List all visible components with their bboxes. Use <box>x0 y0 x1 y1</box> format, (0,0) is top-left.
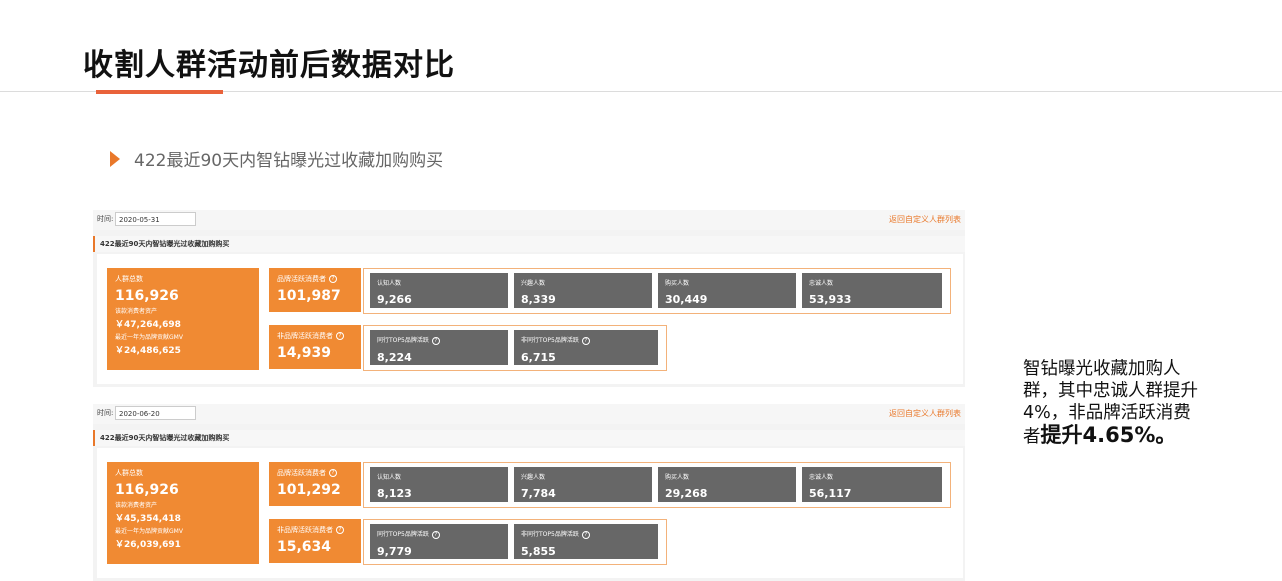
slide-title: 收割人群活动前后数据对比 <box>83 48 455 83</box>
stage-box-loyal[interactable]: 忠诚人数 53,933 <box>802 273 942 308</box>
population-label: 人群总数 <box>115 275 143 283</box>
panel-toolbar: 时间: 2020-05-31 返回自定义人群列表 <box>93 210 965 230</box>
help-icon[interactable]: ? <box>329 469 337 477</box>
help-icon[interactable]: ? <box>431 336 440 345</box>
date-input[interactable]: 2020-05-31 <box>115 212 196 226</box>
stage-group: 认知人数 9,266 兴趣人数 8,339 购买人数 30,449 忠诚人数 5… <box>363 268 951 314</box>
help-icon[interactable]: ? <box>329 275 337 283</box>
top5-value: 6,715 <box>521 350 556 364</box>
stage-label: 认知人数 <box>377 280 402 287</box>
stage-value: 30,449 <box>665 293 708 306</box>
gmv-label: 最近一年为品牌贡献GMV <box>115 528 183 535</box>
gmv-label: 最近一年为品牌贡献GMV <box>115 334 183 341</box>
population-label: 人群总数 <box>115 469 143 477</box>
dashboard-panel-1: 时间: 2020-05-31 返回自定义人群列表 422最近90天内智钻曝光过收… <box>93 210 965 387</box>
stage-group: 认知人数 8,123 兴趣人数 7,784 购买人数 29,268 忠诚人数 5… <box>363 462 951 508</box>
top5-label: 同行TOP5品牌活跃 <box>377 337 429 344</box>
asset-value: ￥45,354,418 <box>115 514 181 524</box>
stage-label: 忠诚人数 <box>809 280 834 287</box>
nonbrand-active-card[interactable]: 非品牌活跃消费者? 14,939 <box>269 325 361 369</box>
title-accent-bar <box>96 90 223 94</box>
dashboard-panel-2: 时间: 2020-06-20 返回自定义人群列表 422最近90天内智钻曝光过收… <box>93 404 965 581</box>
panel-subheader: 422最近90天内智钻曝光过收藏加购购买 <box>93 236 965 252</box>
section-heading: 422最近90天内智钻曝光过收藏加购购买 <box>110 146 443 171</box>
asset-value: ￥47,264,698 <box>115 320 181 330</box>
section-title: 422最近90天内智钻曝光过收藏加购购买 <box>134 151 444 171</box>
time-label: 时间: <box>97 215 114 223</box>
panel-body: 人群总数 116,926 该款消费者资产 ￥47,264,698 最近一年为品牌… <box>97 254 963 384</box>
top5-group: 同行TOP5品牌活跃? 9,779 非同行TOP5品牌活跃? 5,855 <box>363 519 667 565</box>
brand-active-value: 101,292 <box>277 482 341 498</box>
help-icon[interactable]: ? <box>581 336 590 345</box>
population-value: 116,926 <box>115 482 179 498</box>
stage-box-purchase[interactable]: 购买人数 30,449 <box>658 273 796 308</box>
stage-value: 7,784 <box>521 487 556 500</box>
stage-value: 29,268 <box>665 487 708 500</box>
brand-active-card[interactable]: 品牌活跃消费者? 101,987 <box>269 268 361 312</box>
time-label: 时间: <box>97 409 114 417</box>
stage-label: 兴趣人数 <box>521 474 546 481</box>
help-icon[interactable]: ? <box>431 530 440 539</box>
stage-label: 认知人数 <box>377 474 402 481</box>
panel-body: 人群总数 116,926 该款消费者资产 ￥45,354,418 最近一年为品牌… <box>97 448 963 578</box>
note-emphasis: 提升4.65%。 <box>1040 423 1177 447</box>
stage-label: 忠诚人数 <box>809 474 834 481</box>
panel-subheader: 422最近90天内智钻曝光过收藏加购购买 <box>93 430 965 446</box>
top5-box-nonpeer[interactable]: 非同行TOP5品牌活跃? 6,715 <box>514 330 658 365</box>
stage-label: 购买人数 <box>665 474 690 481</box>
brand-active-label: 品牌活跃消费者 <box>277 275 326 283</box>
stage-value: 9,266 <box>377 293 412 306</box>
top5-value: 5,855 <box>521 544 556 558</box>
top5-label: 非同行TOP5品牌活跃 <box>521 531 579 538</box>
back-to-list-link[interactable]: 返回自定义人群列表 <box>889 408 961 419</box>
stage-value: 53,933 <box>809 293 852 306</box>
nonbrand-active-card[interactable]: 非品牌活跃消费者? 15,634 <box>269 519 361 563</box>
brand-active-label: 品牌活跃消费者 <box>277 469 326 477</box>
asset-label: 该款消费者资产 <box>115 502 158 509</box>
nonbrand-active-value: 15,634 <box>277 539 332 555</box>
brand-active-card[interactable]: 品牌活跃消费者? 101,292 <box>269 462 361 506</box>
triangle-bullet-icon <box>110 150 120 167</box>
stage-box-interest[interactable]: 兴趣人数 8,339 <box>514 273 652 308</box>
stage-box-interest[interactable]: 兴趣人数 7,784 <box>514 467 652 502</box>
stage-box-awareness[interactable]: 认知人数 9,266 <box>370 273 508 308</box>
nonbrand-active-value: 14,939 <box>277 345 332 361</box>
stage-value: 8,339 <box>521 293 556 306</box>
stage-box-awareness[interactable]: 认知人数 8,123 <box>370 467 508 502</box>
panel-toolbar: 时间: 2020-06-20 返回自定义人群列表 <box>93 404 965 424</box>
help-icon[interactable]: ? <box>581 530 590 539</box>
population-card: 人群总数 116,926 该款消费者资产 ￥47,264,698 最近一年为品牌… <box>107 268 259 370</box>
gmv-value: ￥24,486,625 <box>115 346 181 356</box>
help-icon[interactable]: ? <box>336 526 344 534</box>
stage-value: 56,117 <box>809 487 852 500</box>
top5-label: 同行TOP5品牌活跃 <box>377 531 429 538</box>
conclusion-note: 智钻曝光收藏加购人群，其中忠诚人群提升4%，非品牌活跃消费者提升4.65%。 <box>1023 358 1207 448</box>
top5-value: 9,779 <box>377 544 412 558</box>
population-card: 人群总数 116,926 该款消费者资产 ￥45,354,418 最近一年为品牌… <box>107 462 259 564</box>
stage-label: 购买人数 <box>665 280 690 287</box>
stage-label: 兴趣人数 <box>521 280 546 287</box>
nonbrand-active-label: 非品牌活跃消费者 <box>277 332 333 340</box>
population-value: 116,926 <box>115 288 179 304</box>
asset-label: 该款消费者资产 <box>115 308 158 315</box>
help-icon[interactable]: ? <box>336 332 344 340</box>
nonbrand-active-label: 非品牌活跃消费者 <box>277 526 333 534</box>
stage-value: 8,123 <box>377 487 412 500</box>
top5-value: 8,224 <box>377 350 412 364</box>
top5-box-peer[interactable]: 同行TOP5品牌活跃? 9,779 <box>370 524 508 559</box>
stage-box-loyal[interactable]: 忠诚人数 56,117 <box>802 467 942 502</box>
top5-label: 非同行TOP5品牌活跃 <box>521 337 579 344</box>
top5-box-nonpeer[interactable]: 非同行TOP5品牌活跃? 5,855 <box>514 524 658 559</box>
top5-group: 同行TOP5品牌活跃? 8,224 非同行TOP5品牌活跃? 6,715 <box>363 325 667 371</box>
stage-box-purchase[interactable]: 购买人数 29,268 <box>658 467 796 502</box>
gmv-value: ￥26,039,691 <box>115 540 181 550</box>
date-input[interactable]: 2020-06-20 <box>115 406 196 420</box>
brand-active-value: 101,987 <box>277 288 341 304</box>
back-to-list-link[interactable]: 返回自定义人群列表 <box>889 214 961 225</box>
top5-box-peer[interactable]: 同行TOP5品牌活跃? 8,224 <box>370 330 508 365</box>
